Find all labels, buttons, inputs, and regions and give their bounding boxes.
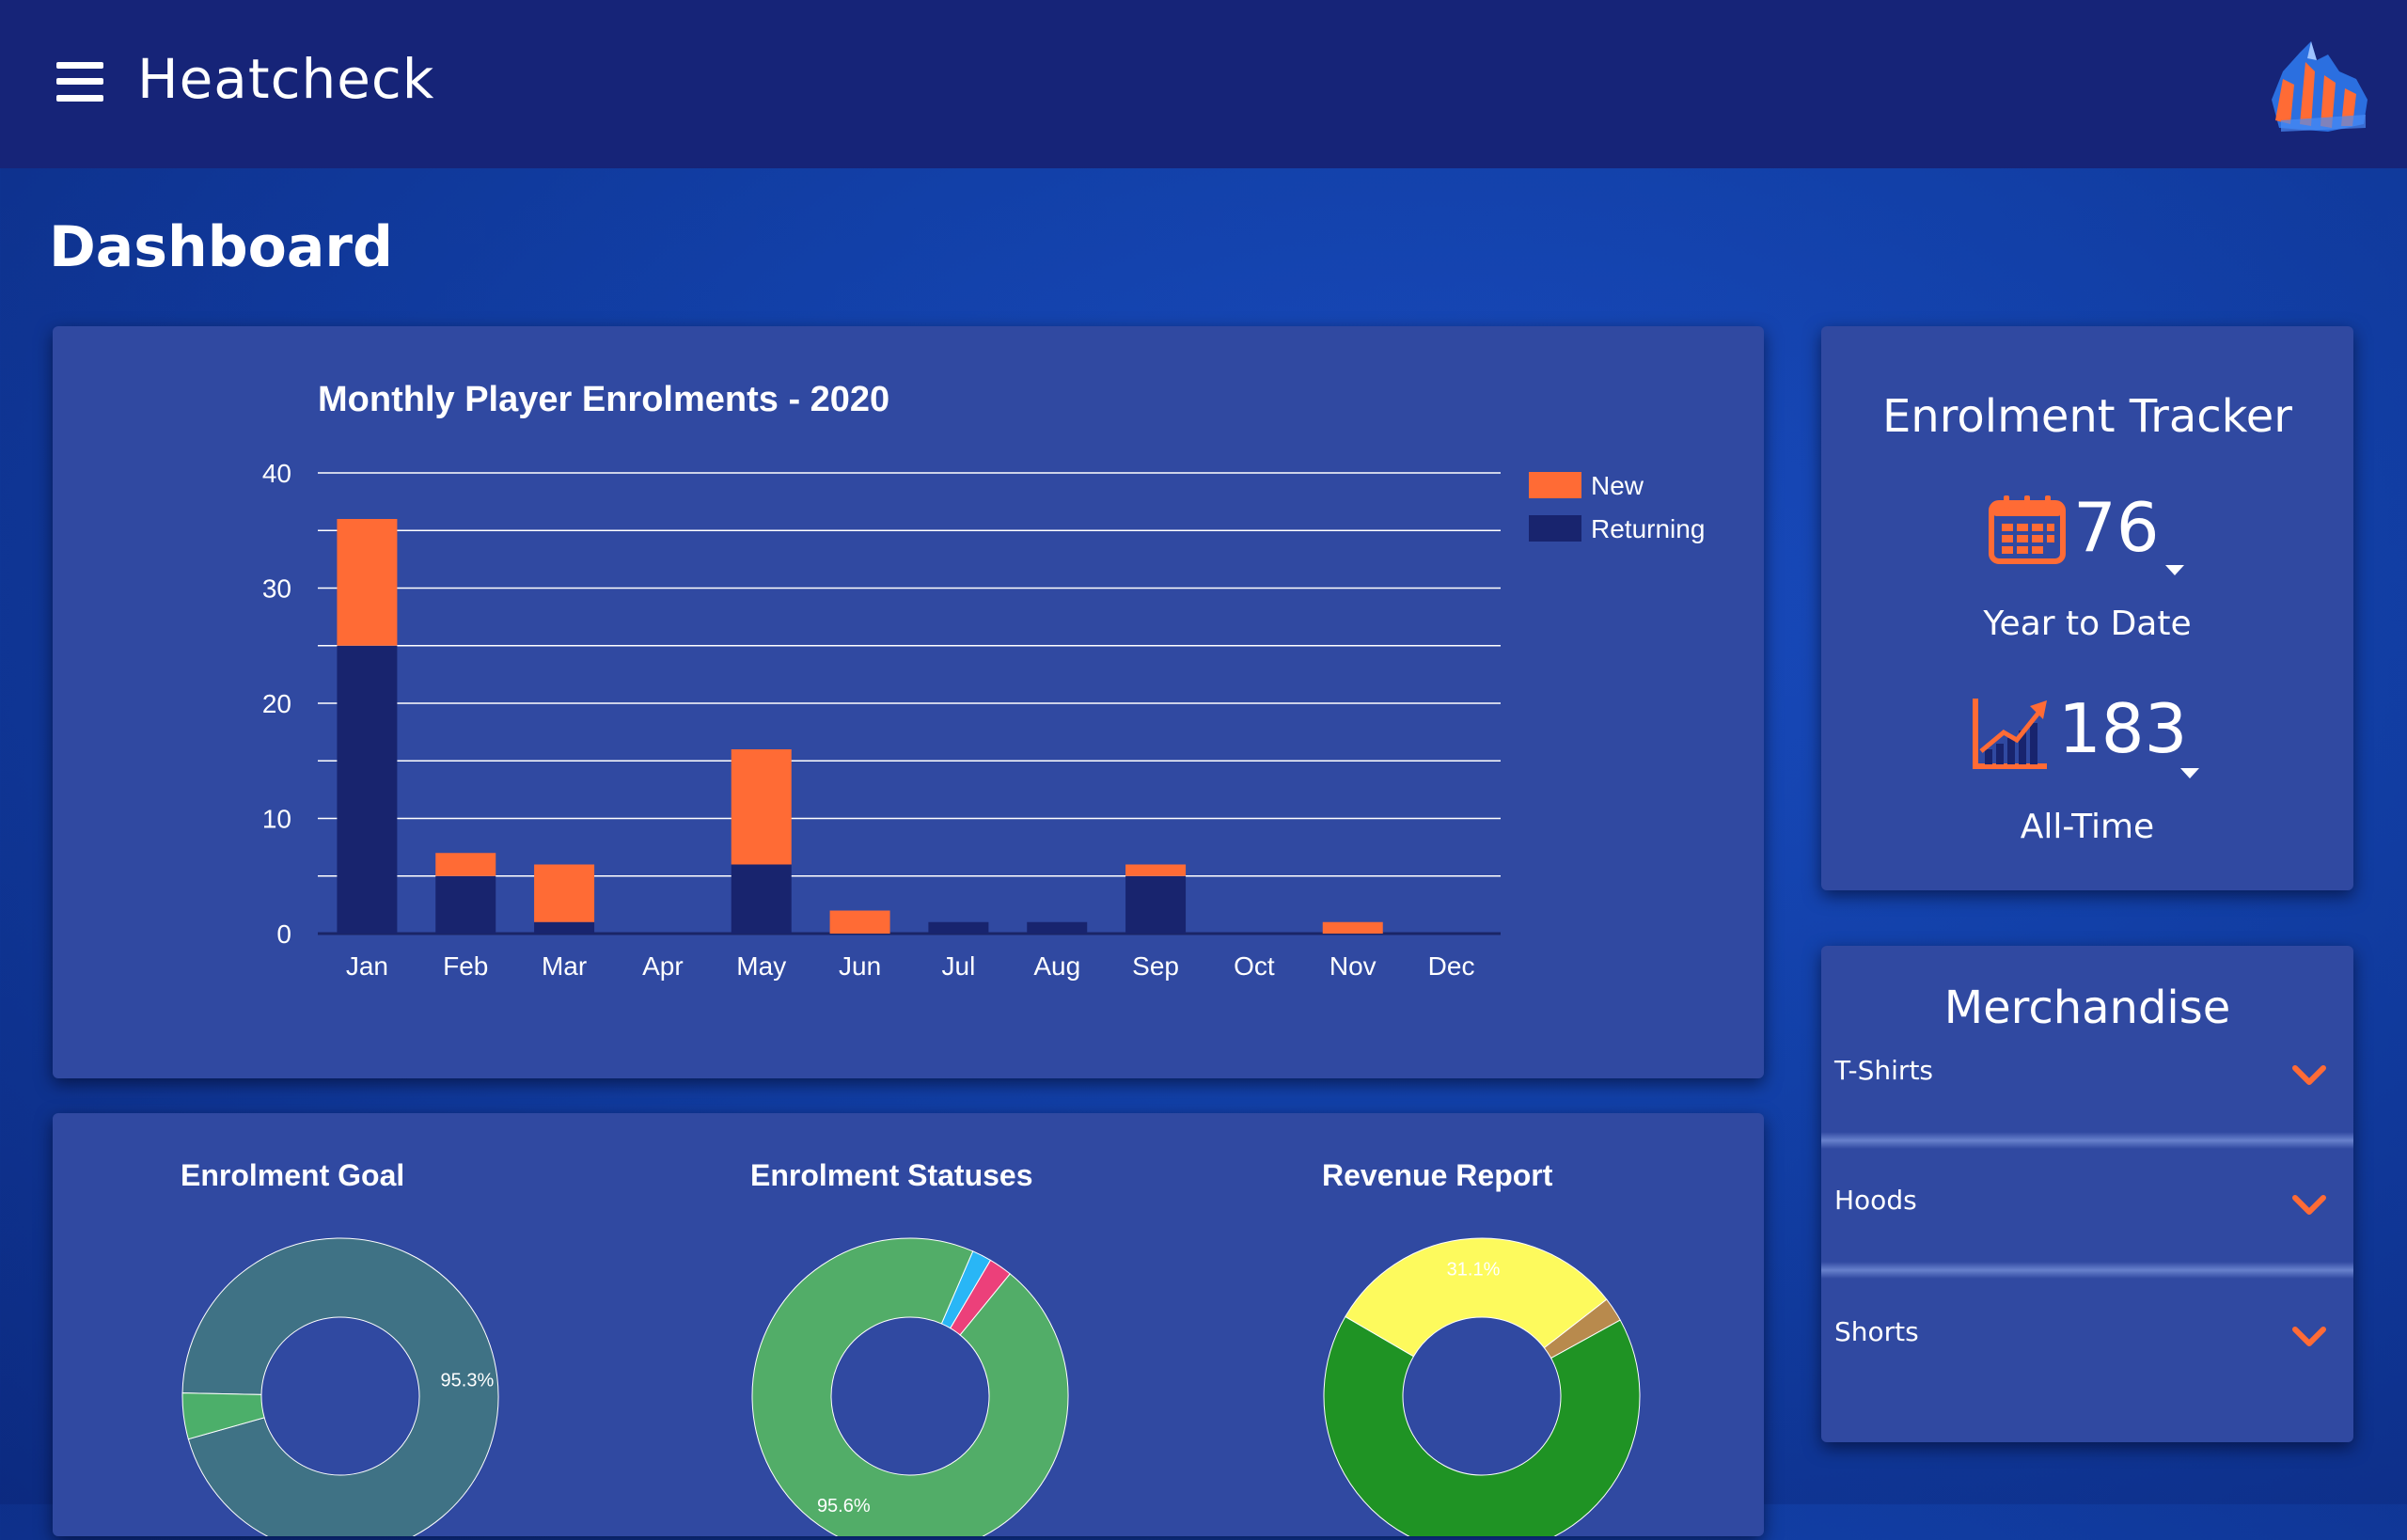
chevron-down-icon[interactable] bbox=[2291, 1326, 2327, 1348]
y-tick-label: 0 bbox=[276, 919, 291, 949]
ytd-label: Year to Date bbox=[1983, 605, 2192, 643]
enrolment-chart-card: Monthly Player Enrolments - 2020 0 10 20 30… bbox=[53, 326, 1764, 1078]
bar-segment-returning[interactable] bbox=[731, 864, 792, 935]
app-header: Heatcheck bbox=[0, 0, 2407, 168]
page-title: Dashboard bbox=[49, 214, 393, 280]
x-tick-label: Dec bbox=[1428, 951, 1475, 981]
alltime-value: 183 bbox=[2058, 689, 2188, 768]
x-tick-label: Jun bbox=[839, 951, 881, 981]
slice-percent-label: 95.6% bbox=[817, 1496, 871, 1516]
revenue-report-title: Revenue Report bbox=[1322, 1158, 1553, 1192]
enrolment-goal-title: Enrolment Goal bbox=[181, 1158, 405, 1192]
calendar-icon bbox=[1989, 495, 2066, 564]
merch-item-label: T-Shirts bbox=[1834, 1055, 1934, 1086]
summary-charts-card: Enrolment Goal Enrolment Statuses Revenu… bbox=[53, 1113, 1764, 1540]
merchandise-card: Merchandise T-Shirts Hoods Shorts bbox=[1821, 946, 2353, 1442]
bar-segment-new[interactable] bbox=[1322, 921, 1383, 934]
merchandise-title: Merchandise bbox=[1943, 982, 2231, 1034]
enrolment-statuses-donut: 95.6% bbox=[751, 1237, 1069, 1540]
growth-chart-icon bbox=[1973, 699, 2047, 769]
bar-segment-returning[interactable] bbox=[337, 645, 398, 934]
enrolment-statuses-title: Enrolment Statuses bbox=[750, 1158, 1033, 1192]
bar-segment-returning[interactable] bbox=[534, 921, 595, 934]
monthly-enrolments-chart: Monthly Player Enrolments - 2020 0 10 20 30… bbox=[262, 380, 1706, 981]
x-tick-label: Mar bbox=[542, 951, 587, 981]
slice-percent-label: 95.3% bbox=[441, 1371, 495, 1391]
app-title: Heatcheck bbox=[137, 47, 435, 111]
bar-segment-new[interactable] bbox=[829, 910, 890, 935]
legend-label: New bbox=[1591, 471, 1644, 500]
x-tick-label: Oct bbox=[1234, 951, 1275, 981]
merch-item-label: Hoods bbox=[1834, 1185, 1917, 1216]
x-tick-label: Aug bbox=[1033, 951, 1080, 981]
enrolment-tracker-card: Enrolment Tracker 76 Year to Date 183 Al… bbox=[1821, 326, 2353, 890]
y-tick-label: 10 bbox=[262, 805, 291, 834]
ytd-dropdown-caret[interactable] bbox=[2165, 565, 2184, 575]
merch-divider bbox=[1821, 1262, 2353, 1279]
chart-title: Monthly Player Enrolments - 2020 bbox=[318, 380, 889, 419]
x-tick-label: Jan bbox=[346, 951, 388, 981]
x-tick-label: Jul bbox=[942, 951, 976, 981]
y-tick-label: 40 bbox=[262, 459, 291, 488]
chevron-down-icon[interactable] bbox=[2291, 1064, 2327, 1087]
merch-divider bbox=[1821, 1132, 2353, 1149]
legend-swatch bbox=[1529, 515, 1581, 542]
donut-slice[interactable] bbox=[751, 1237, 1069, 1540]
legend-label: Returning bbox=[1591, 514, 1705, 543]
legend-swatch bbox=[1529, 472, 1581, 498]
bar-segment-returning[interactable] bbox=[928, 921, 989, 934]
slice-percent-label: 31.1% bbox=[1447, 1259, 1501, 1280]
y-tick-label: 30 bbox=[262, 574, 291, 604]
x-tick-label: May bbox=[736, 951, 786, 981]
bar-segment-new[interactable] bbox=[731, 749, 792, 865]
bar-segment-new[interactable] bbox=[435, 853, 496, 876]
x-tick-label: Nov bbox=[1329, 951, 1377, 981]
y-tick-label: 20 bbox=[262, 689, 291, 718]
bar-segment-returning[interactable] bbox=[1027, 921, 1088, 934]
alltime-label: All-Time bbox=[2020, 808, 2155, 846]
alltime-dropdown-caret[interactable] bbox=[2180, 768, 2199, 778]
tracker-title: Enrolment Tracker bbox=[1881, 390, 2293, 443]
chevron-down-icon[interactable] bbox=[2291, 1194, 2327, 1217]
hamburger-menu-icon[interactable] bbox=[56, 62, 103, 102]
merch-item-label: Shorts bbox=[1834, 1316, 1919, 1347]
bar-segment-new[interactable] bbox=[337, 519, 398, 646]
x-tick-label: Apr bbox=[642, 951, 684, 981]
team-logo-icon[interactable] bbox=[2262, 34, 2375, 137]
enrolment-goal-donut: 95.3% bbox=[181, 1237, 499, 1540]
revenue-report-donut: 31.1% bbox=[1323, 1237, 1641, 1540]
x-tick-label: Sep bbox=[1132, 951, 1179, 981]
merch-item-shorts[interactable]: Shorts bbox=[1821, 1316, 2353, 1420]
ytd-value: 76 bbox=[2073, 488, 2160, 567]
x-tick-label: Feb bbox=[443, 951, 488, 981]
bar-segment-new[interactable] bbox=[534, 864, 595, 922]
donut-slice[interactable] bbox=[1323, 1315, 1641, 1540]
bar-segment-new[interactable] bbox=[1125, 864, 1187, 876]
bar-segment-returning[interactable] bbox=[1125, 875, 1187, 934]
bar-segment-returning[interactable] bbox=[435, 875, 496, 934]
